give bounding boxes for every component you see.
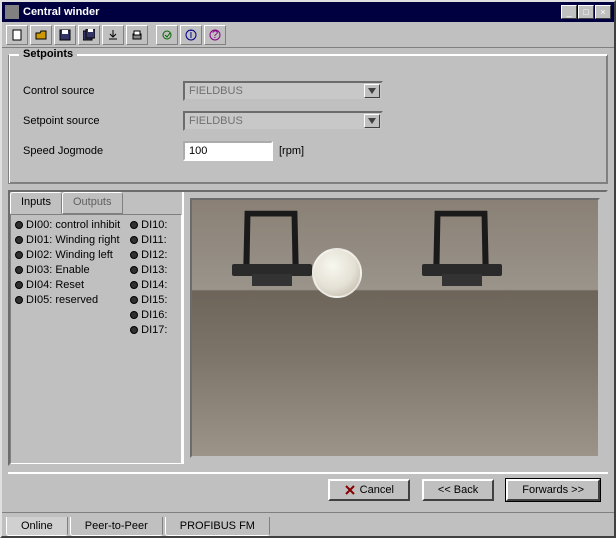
setpoint-source-row: Setpoint source FIELDBUS [23, 109, 593, 133]
svg-text:?: ? [212, 29, 218, 41]
setpoint-source-value: FIELDBUS [189, 115, 243, 127]
maximize-button[interactable]: □ [578, 5, 594, 19]
preview-image [190, 198, 600, 458]
reel-graphic [312, 248, 362, 298]
status-dot-icon [15, 236, 23, 244]
cancel-icon [344, 484, 356, 496]
status-dot-icon [130, 251, 138, 259]
info-icon[interactable]: i [180, 25, 202, 45]
setpoint-source-label: Setpoint source [23, 115, 183, 127]
setpoint-source-select[interactable]: FIELDBUS [183, 111, 383, 131]
speed-jogmode-input[interactable]: 100 [183, 141, 273, 161]
tab-online[interactable]: Online [6, 517, 68, 536]
list-item: DI12: [130, 249, 167, 261]
print-icon[interactable] [126, 25, 148, 45]
io-panel: Inputs Outputs DI00: control inhibit DI0… [10, 192, 184, 464]
wizard-nav: Cancel << Back Forwards >> [8, 472, 608, 506]
tab-inputs[interactable]: Inputs [10, 192, 62, 214]
bottom-tab-strip: Online Peer-to-Peer PROFIBUS FM [2, 512, 614, 536]
control-source-value: FIELDBUS [189, 85, 243, 97]
application-window: Central winder _ □ × i ? Setpoints Contr… [0, 0, 616, 538]
speed-jogmode-value: 100 [189, 145, 207, 157]
list-item: DI03: Enable [15, 264, 120, 276]
list-item: DI02: Winding left [15, 249, 120, 261]
toolbar: i ? [2, 22, 614, 48]
status-dot-icon [15, 221, 23, 229]
status-dot-icon [130, 326, 138, 334]
list-item: DI13: [130, 264, 167, 276]
control-source-label: Control source [23, 85, 183, 97]
status-dot-icon [130, 266, 138, 274]
speed-jogmode-row: Speed Jogmode 100 [rpm] [23, 139, 593, 163]
status-dot-icon [130, 296, 138, 304]
status-dot-icon [130, 236, 138, 244]
svg-text:i: i [190, 29, 192, 41]
control-source-row: Control source FIELDBUS [23, 79, 593, 103]
status-dot-icon [15, 281, 23, 289]
tab-profibus[interactable]: PROFIBUS FM [165, 517, 270, 536]
content-area: Setpoints Control source FIELDBUS Setpoi… [2, 48, 614, 512]
setpoints-legend: Setpoints [19, 48, 77, 60]
chevron-down-icon [364, 114, 380, 128]
list-item: DI01: Winding right [15, 234, 120, 246]
status-dot-icon [130, 221, 138, 229]
lower-panel: Inputs Outputs DI00: control inhibit DI0… [8, 190, 608, 466]
open-icon[interactable] [30, 25, 52, 45]
tab-outputs[interactable]: Outputs [62, 192, 123, 214]
winder-right-graphic [422, 206, 502, 306]
list-item: DI14: [130, 279, 167, 291]
new-icon[interactable] [6, 25, 28, 45]
status-dot-icon [15, 251, 23, 259]
list-item: DI17: [130, 324, 167, 336]
save-all-icon[interactable] [78, 25, 100, 45]
window-controls: _ □ × [561, 5, 611, 19]
list-item: DI15: [130, 294, 167, 306]
minimize-button[interactable]: _ [561, 5, 577, 19]
help-icon[interactable]: ? [204, 25, 226, 45]
download-icon[interactable] [102, 25, 124, 45]
setpoints-group: Setpoints Control source FIELDBUS Setpoi… [8, 54, 608, 184]
io-col-left: DI00: control inhibit DI01: Winding righ… [15, 219, 120, 459]
io-col-right: DI10: DI11: DI12: DI13: DI14: DI15: DI16… [130, 219, 167, 459]
save-icon[interactable] [54, 25, 76, 45]
app-icon [5, 5, 19, 19]
titlebar: Central winder _ □ × [2, 2, 614, 22]
close-button[interactable]: × [595, 5, 611, 19]
list-item: DI16: [130, 309, 167, 321]
window-title: Central winder [23, 6, 561, 18]
io-body: DI00: control inhibit DI01: Winding righ… [10, 214, 182, 464]
status-dot-icon [15, 266, 23, 274]
chevron-down-icon [364, 84, 380, 98]
status-dot-icon [130, 281, 138, 289]
status-dot-icon [15, 296, 23, 304]
io-tab-strip: Inputs Outputs [10, 192, 182, 214]
diagnostics-icon[interactable] [156, 25, 178, 45]
list-item: DI00: control inhibit [15, 219, 120, 231]
list-item: DI04: Reset [15, 279, 120, 291]
winder-left-graphic [232, 206, 312, 306]
list-item: DI11: [130, 234, 167, 246]
status-dot-icon [130, 311, 138, 319]
back-button[interactable]: << Back [422, 479, 494, 501]
tab-peer-to-peer[interactable]: Peer-to-Peer [70, 517, 163, 536]
forward-button[interactable]: Forwards >> [506, 479, 600, 501]
list-item: DI05: reserved [15, 294, 120, 306]
speed-unit-label: [rpm] [279, 145, 304, 157]
cancel-button[interactable]: Cancel [328, 479, 410, 501]
list-item: DI10: [130, 219, 167, 231]
control-source-select[interactable]: FIELDBUS [183, 81, 383, 101]
speed-jogmode-label: Speed Jogmode [23, 145, 183, 157]
